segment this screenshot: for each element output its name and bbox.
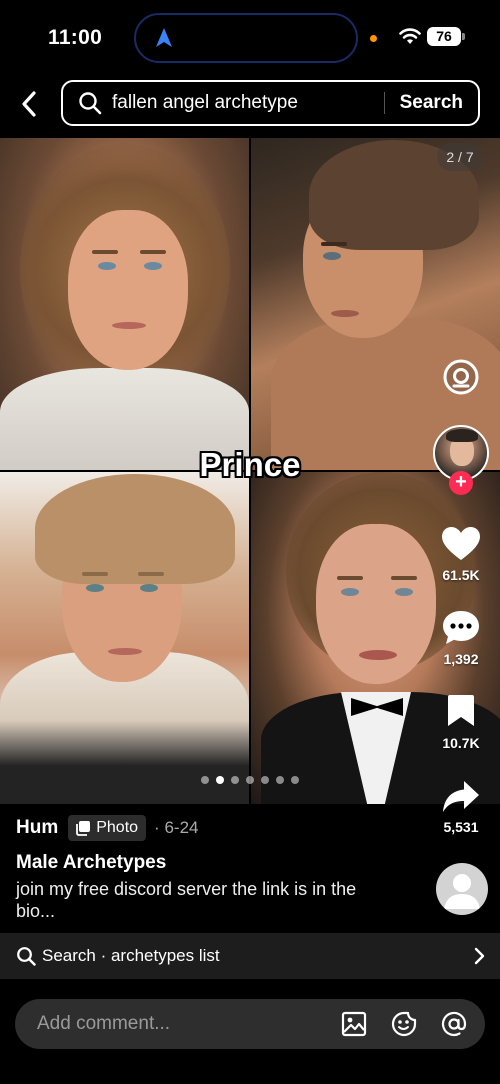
scan-button[interactable] <box>438 354 484 400</box>
image-icon[interactable] <box>341 1011 367 1037</box>
hair-shape <box>35 474 235 584</box>
bookmark-icon <box>448 695 474 726</box>
back-button[interactable] <box>14 86 44 122</box>
share-count: 5,531 <box>443 819 479 835</box>
photo-stack-icon <box>76 821 91 836</box>
post-date: · 6-24 <box>154 818 198 838</box>
carousel-dots <box>201 776 299 786</box>
mouth-shape <box>331 310 359 317</box>
brow-shape <box>391 576 417 580</box>
carousel-dot <box>261 776 269 784</box>
chevron-right-icon <box>474 947 485 965</box>
eye-shape <box>144 262 162 270</box>
photo-tile-top-right <box>251 138 500 470</box>
share-button[interactable] <box>440 778 482 816</box>
dynamic-island <box>134 13 358 63</box>
carousel-dot <box>216 776 224 784</box>
like-count: 61.5K <box>442 567 480 583</box>
brow-shape <box>337 576 363 580</box>
mention-icon[interactable] <box>441 1011 467 1037</box>
author-name[interactable]: Hum <box>16 817 58 839</box>
like-button[interactable] <box>440 524 482 564</box>
date-text: 6-24 <box>164 818 199 837</box>
carousel-dot <box>276 776 284 784</box>
comment-icon <box>443 611 479 644</box>
default-user-avatar[interactable] <box>436 863 488 915</box>
brow-shape <box>82 572 108 576</box>
post-meta-row: Hum Photo · 6-24 <box>16 814 198 842</box>
back-arrow-icon <box>22 91 36 117</box>
brow-shape <box>138 572 164 576</box>
eye-shape <box>341 588 359 596</box>
search-button[interactable]: Search <box>400 92 463 114</box>
scan-icon <box>443 359 479 395</box>
photo-tile-top-left <box>0 138 249 470</box>
carousel-dot <box>231 776 239 784</box>
search-icon <box>79 92 102 115</box>
post-description[interactable]: join my free discord server the link is … <box>16 878 386 922</box>
search-field[interactable]: fallen angel archetype Search <box>61 80 480 126</box>
date-separator: · <box>154 818 160 837</box>
user-silhouette-icon <box>444 874 480 909</box>
eye-shape <box>86 584 104 592</box>
share-icon <box>443 781 479 812</box>
comment-input[interactable] <box>37 1013 341 1035</box>
carousel-dot <box>201 776 209 784</box>
emoji-icon[interactable] <box>391 1011 417 1037</box>
brow-shape <box>140 250 166 254</box>
mouth-shape <box>359 650 397 660</box>
face-shape <box>316 524 436 684</box>
eye-shape <box>98 262 116 270</box>
eye-shape <box>323 252 341 260</box>
photo-badge-label: Photo <box>96 819 139 836</box>
eye-shape <box>395 588 413 596</box>
wifi-icon <box>399 28 421 44</box>
mouth-shape <box>108 648 142 655</box>
battery-indicator: 76 <box>427 27 461 46</box>
eye-shape <box>140 584 158 592</box>
save-count: 10.7K <box>442 735 480 751</box>
battery-nub <box>462 33 465 40</box>
comment-count: 1,392 <box>443 651 479 667</box>
mouth-shape <box>112 322 146 329</box>
navigation-arrow-icon <box>156 28 172 47</box>
search-divider <box>383 92 385 114</box>
search-icon <box>17 947 36 966</box>
privacy-indicator-dot <box>370 35 377 42</box>
brow-shape <box>92 250 118 254</box>
face-shape <box>68 210 188 370</box>
photo-caption-overlay: Prince <box>199 446 301 483</box>
related-search-text: Search · archetypes list <box>42 946 220 965</box>
brow-shape <box>321 242 347 246</box>
heart-icon <box>442 527 480 560</box>
status-bar: 11:00 76 <box>0 0 500 76</box>
avatar-hair-shape <box>446 429 478 442</box>
carousel-dot <box>291 776 299 784</box>
page-indicator: 2 / 7 <box>437 143 483 171</box>
status-time: 11:00 <box>48 26 103 49</box>
photo-type-badge: Photo <box>68 815 147 841</box>
photo-tile-bottom-left <box>0 472 249 804</box>
comment-bar <box>15 999 485 1049</box>
search-query-text[interactable]: fallen angel archetype <box>112 92 384 114</box>
carousel-dot <box>246 776 254 784</box>
follow-button[interactable]: + <box>449 471 473 495</box>
comment-button[interactable] <box>440 608 482 648</box>
save-button[interactable] <box>444 692 478 730</box>
related-search-bar[interactable]: Search · archetypes list <box>0 933 500 979</box>
post-title: Male Archetypes <box>16 852 167 873</box>
post-photo-carousel[interactable]: Prince 2 / 7 <box>0 138 500 804</box>
